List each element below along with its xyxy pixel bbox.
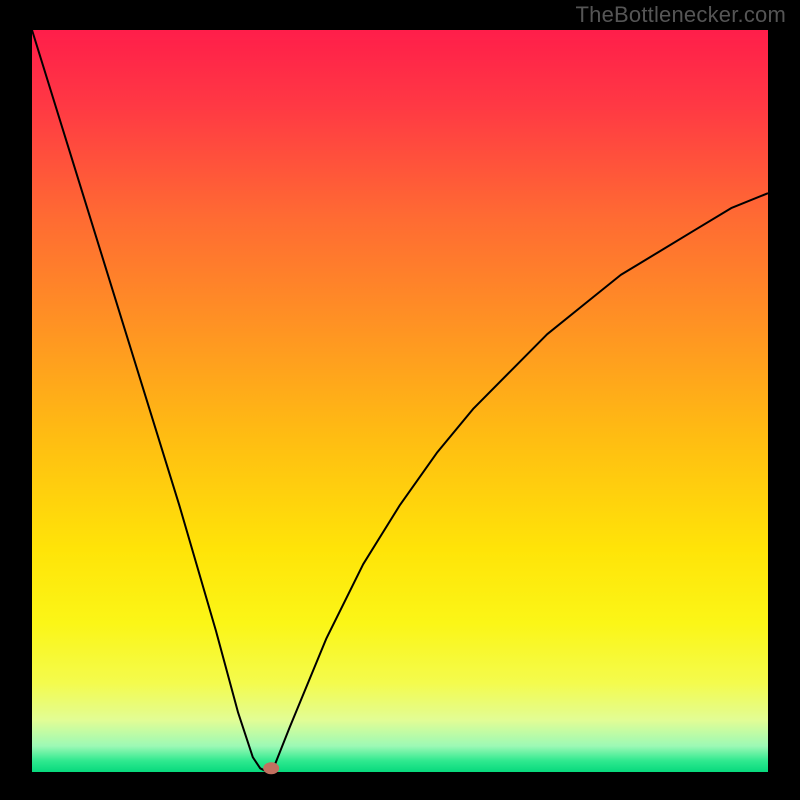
bottleneck-chart bbox=[0, 0, 800, 800]
plot-area bbox=[32, 30, 768, 772]
chart-container: TheBottlenecker.com bbox=[0, 0, 800, 800]
watermark-text: TheBottlenecker.com bbox=[576, 2, 786, 28]
optimal-point-marker bbox=[263, 762, 279, 774]
